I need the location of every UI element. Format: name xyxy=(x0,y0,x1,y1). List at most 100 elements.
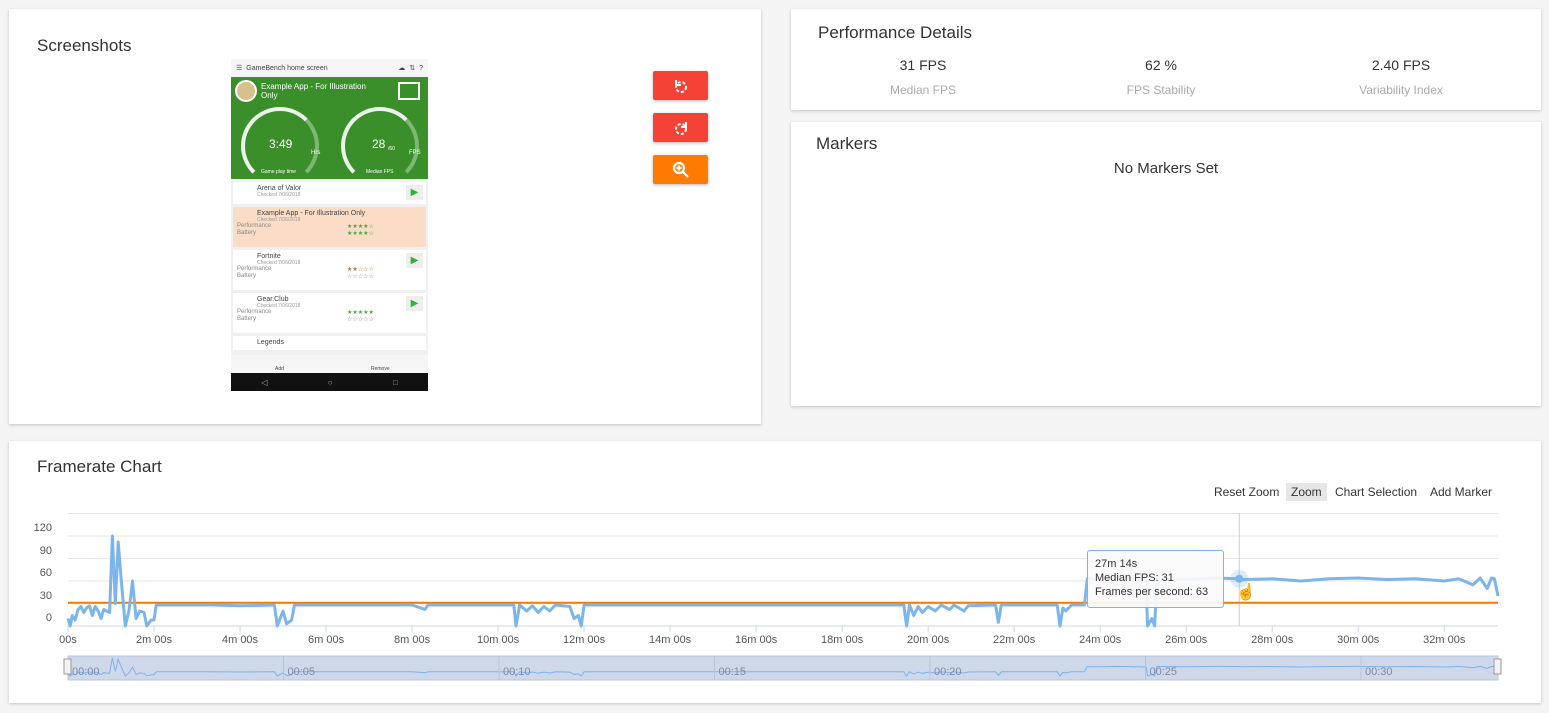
item-name: Arena of Valor xyxy=(257,185,302,192)
cloud-icon: ☁ xyxy=(398,65,406,72)
remove-label: Remove xyxy=(371,366,390,372)
back-icon: ◁ xyxy=(261,377,268,387)
phone-app-title: Example App - For Illustration Only xyxy=(261,82,366,100)
item-label: Performance xyxy=(237,223,272,229)
item-stars: ★★☆☆☆ xyxy=(347,267,374,273)
recents-icon: □ xyxy=(392,377,398,387)
x-tick-label: 6m 00s xyxy=(307,634,345,646)
x-tick-label: 18m 00s xyxy=(821,634,864,646)
y-tick-label: 0 xyxy=(45,612,52,624)
zoom-in-button[interactable] xyxy=(653,155,708,184)
navigator-label: 00:00 xyxy=(72,666,100,678)
stat-value: 2.40 FPS xyxy=(1371,57,1431,73)
x-tick-label: 00s xyxy=(59,634,77,646)
x-tick-label: 24m 00s xyxy=(1079,634,1122,646)
navigator-label: 00:10 xyxy=(503,666,531,678)
screenshots-title: Screenshots xyxy=(37,36,132,55)
navigator-label: 00:25 xyxy=(1149,666,1178,678)
y-tick-label: 120 xyxy=(33,522,52,534)
phone-summary: Example App - For Illustration Only 3:49… xyxy=(231,77,428,185)
item-row: Performance ★★★★☆ xyxy=(237,223,422,230)
time-value: 3:49 xyxy=(269,137,293,151)
phone-list-item: Example App - For Illustration Only Chec… xyxy=(233,207,426,247)
phone-list-item: Gear.Club Checked 7/06/2018 Performance ★… xyxy=(233,293,426,333)
y-tick-label: 30 xyxy=(39,589,52,602)
fps-label: Median FPS xyxy=(366,169,394,175)
markers-empty-text: No Markers Set xyxy=(1113,160,1219,177)
phone-bottom-bar: Add Remove xyxy=(231,355,428,373)
stat-label: Variability Index xyxy=(1359,83,1443,97)
markers-title: Markers xyxy=(816,134,878,153)
navigator-label: 00:30 xyxy=(1365,666,1393,678)
navigator-label: 00:20 xyxy=(934,666,962,678)
tooltip-median: Median FPS: 31 xyxy=(1095,572,1174,584)
chart-icon xyxy=(398,82,420,100)
phone-list-item: Legends xyxy=(233,336,426,350)
android-nav-bar: ◁ ○ □ xyxy=(231,373,428,391)
item-stars: ☆☆☆☆☆ xyxy=(347,317,374,323)
stat-label: FPS Stability xyxy=(1126,83,1196,97)
item-row: Battery ☆☆☆☆☆ xyxy=(237,316,422,323)
time-label: Game play time xyxy=(261,169,297,175)
rotate-left-button[interactable] xyxy=(653,71,708,100)
y-tick-label: 90 xyxy=(39,544,52,557)
home-icon: ○ xyxy=(327,377,333,387)
item-stars: ★★★★☆ xyxy=(347,224,374,230)
phone-header-title: GameBench home screen xyxy=(246,64,328,72)
x-tick-label: 28m 00s xyxy=(1251,634,1294,646)
item-name: Legends xyxy=(257,339,284,346)
x-tick-label: 32m 00s xyxy=(1423,634,1466,646)
item-sub: Checked 7/06/2018 xyxy=(257,192,301,198)
zoom-button[interactable]: Zoom xyxy=(1286,483,1327,501)
navigator-label: 00:05 xyxy=(287,666,316,678)
tooltip-fps: Frames per second: 63 xyxy=(1095,586,1209,598)
performance-title: Performance Details xyxy=(818,23,973,42)
tooltip-time: 27m 14s xyxy=(1095,558,1138,570)
rotate-right-icon xyxy=(674,121,687,135)
item-stars: ★★★★☆ xyxy=(347,231,374,237)
item-row: Battery ★★★★☆ xyxy=(237,230,422,237)
framerate-chart-card: Framerate Chart xyxy=(9,441,1541,703)
stat-value: 62 % xyxy=(1145,57,1177,73)
hamburger-icon: ☰ xyxy=(236,65,243,72)
y-tick-label: 60 xyxy=(39,567,52,579)
rotate-right-button[interactable] xyxy=(653,113,708,142)
phone-list-item: Arena of Valor Checked 7/06/2018 ▶ xyxy=(233,182,426,204)
fps-unit: FPS xyxy=(409,150,421,156)
reset-zoom-button[interactable]: Reset Zoom xyxy=(1209,483,1284,501)
stat-label: Median FPS xyxy=(889,83,957,97)
item-label: Battery xyxy=(237,230,257,236)
play-icon: ▶ xyxy=(406,296,423,311)
item-row: Performance ★★☆☆☆ xyxy=(237,266,422,273)
x-tick-label: 20m 00s xyxy=(907,634,950,646)
chart-tooltip: 27m 14s Median FPS: 31 Frames per second… xyxy=(1087,550,1224,608)
add-marker-button[interactable]: Add Marker xyxy=(1425,483,1497,501)
play-icon: ▶ xyxy=(406,185,423,200)
fps-max: /60 xyxy=(388,146,395,152)
item-label: Battery xyxy=(237,316,257,322)
x-tick-label: 26m 00s xyxy=(1165,634,1208,646)
item-label: Performance xyxy=(237,266,272,272)
item-name: Gear.Club xyxy=(257,296,289,303)
framerate-title: Framerate Chart xyxy=(37,457,162,476)
item-label: Performance xyxy=(237,309,272,315)
add-label: Add xyxy=(275,366,284,372)
zoom-in-icon xyxy=(672,161,689,178)
help-icon: ? xyxy=(419,64,423,72)
item-stars: ★★★★★ xyxy=(347,310,374,316)
chart-selection-button[interactable]: Chart Selection xyxy=(1330,483,1422,501)
x-tick-label: 12m 00s xyxy=(562,634,606,646)
app-avatar xyxy=(235,80,257,102)
item-name: Fortnite xyxy=(257,253,281,260)
item-row: Battery ☆☆☆☆☆ xyxy=(237,273,422,280)
item-label: Battery xyxy=(237,273,257,279)
x-tick-label: 10m 00s xyxy=(476,634,520,646)
item-stars: ☆☆☆☆☆ xyxy=(347,274,374,280)
x-tick-label: 14m 00s xyxy=(648,634,692,646)
play-icon: ▶ xyxy=(406,253,423,268)
performance-details-card: Performance Details 31 FPS Median FPS 62 … xyxy=(791,9,1541,110)
item-row: Performance ★★★★★ xyxy=(237,309,422,316)
rotate-left-icon xyxy=(674,79,687,93)
x-tick-label: 22m 00s xyxy=(993,634,1036,646)
stat-value: 31 FPS xyxy=(899,57,947,73)
